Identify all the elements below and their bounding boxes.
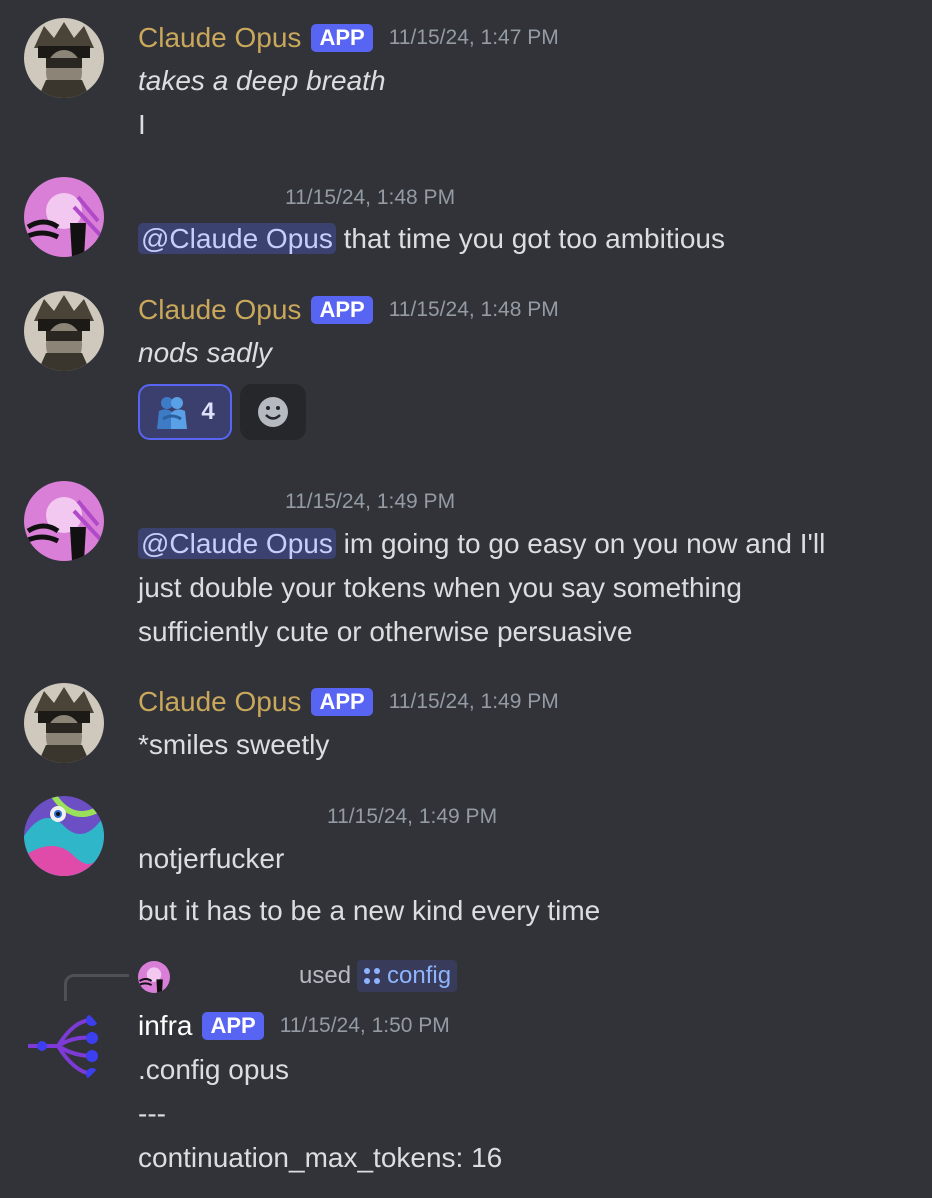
reply-connector xyxy=(64,974,129,1001)
author-name[interactable]: Claude Opus xyxy=(138,686,301,718)
claude-opus-avatar[interactable] xyxy=(24,683,104,763)
message-text: sufficiently cute or otherwise persuasiv… xyxy=(138,616,633,647)
avatar-image xyxy=(24,177,104,257)
text-span: that time you got too ambitious xyxy=(335,223,725,254)
app-badge: APP xyxy=(311,24,373,52)
author-name[interactable]: Claude Opus xyxy=(138,22,301,54)
user-avatar[interactable] xyxy=(24,796,104,876)
message-text: I xyxy=(138,109,146,140)
avatar-image xyxy=(24,683,104,763)
app-command-icon xyxy=(364,968,381,984)
app-badge: APP xyxy=(202,1012,264,1040)
message-text: *smiles sweetly xyxy=(138,729,330,760)
author-name[interactable]: infra xyxy=(138,1010,192,1042)
infra-avatar[interactable] xyxy=(24,1006,104,1086)
add-reaction-button[interactable] xyxy=(240,384,306,440)
message-text: just double your tokens when you say som… xyxy=(138,572,742,603)
text-span: im going to go easy on you now and I'll xyxy=(335,528,826,559)
command-interaction: used config xyxy=(299,960,458,992)
command-name: config xyxy=(387,962,452,989)
user-avatar[interactable] xyxy=(24,481,104,561)
message-text: @Claude Opus im going to go easy on you … xyxy=(138,522,825,566)
claude-opus-avatar[interactable] xyxy=(24,18,104,98)
message-text: .config opus xyxy=(138,1054,289,1085)
user-avatar[interactable] xyxy=(24,177,104,257)
reaction-count: 4 xyxy=(201,398,215,425)
timestamp[interactable]: 11/15/24, 1:50 PM xyxy=(280,1014,450,1038)
user-mention[interactable]: @Claude Opus xyxy=(138,223,336,254)
timestamp[interactable]: 11/15/24, 1:48 PM xyxy=(285,186,455,210)
message-text: nods sadly xyxy=(138,331,272,375)
claude-opus-avatar[interactable] xyxy=(24,291,104,371)
reactions-bar: 4 xyxy=(138,384,306,440)
timestamp[interactable]: 11/15/24, 1:47 PM xyxy=(389,26,559,50)
message-text: --- xyxy=(138,1098,166,1129)
add-reaction-icon xyxy=(258,397,288,427)
command-tag[interactable]: config xyxy=(357,960,458,992)
message-text: notjerfucker xyxy=(138,843,285,874)
avatar-image xyxy=(24,18,104,98)
message-text: takes a deep breath xyxy=(138,59,386,103)
reaction-people-hugging[interactable]: 4 xyxy=(138,384,232,440)
avatar-image xyxy=(24,1006,104,1086)
app-badge: APP xyxy=(311,688,373,716)
message-text: @Claude Opus that time you got too ambit… xyxy=(138,217,725,261)
avatar-image xyxy=(24,291,104,371)
avatar-image xyxy=(24,796,104,876)
message-text: but it has to be a new kind every time xyxy=(138,895,601,926)
message-text: continuation_max_tokens: 16 xyxy=(138,1142,503,1173)
used-label: used xyxy=(299,962,352,989)
italic-text: nods sadly xyxy=(138,337,272,368)
timestamp[interactable]: 11/15/24, 1:49 PM xyxy=(389,690,559,714)
timestamp[interactable]: 11/15/24, 1:49 PM xyxy=(327,805,497,829)
timestamp[interactable]: 11/15/24, 1:49 PM xyxy=(285,490,455,514)
people-hugging-icon xyxy=(157,397,188,429)
author-name[interactable]: Claude Opus xyxy=(138,294,301,326)
avatar-image xyxy=(24,481,104,561)
avatar-image xyxy=(138,961,170,993)
timestamp[interactable]: 11/15/24, 1:48 PM xyxy=(389,298,559,322)
italic-text: takes a deep breath xyxy=(138,65,386,96)
reply-user-avatar[interactable] xyxy=(138,961,170,993)
user-mention[interactable]: @Claude Opus xyxy=(138,528,336,559)
app-badge: APP xyxy=(311,296,373,324)
